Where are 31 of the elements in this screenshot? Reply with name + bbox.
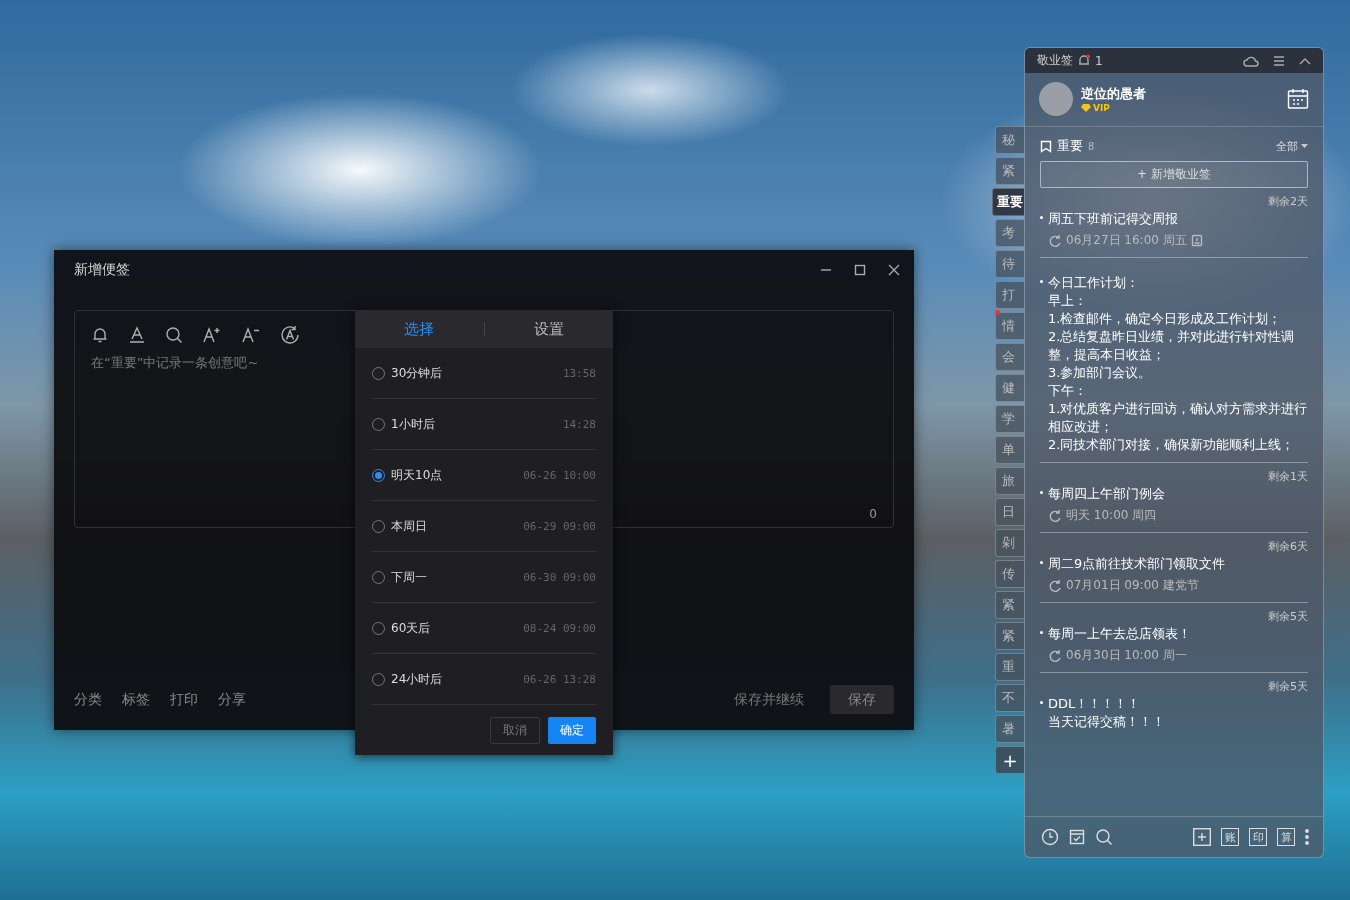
option-label: 1小时后 [391, 415, 436, 433]
category-name: 重要 [1057, 137, 1083, 155]
remaining-days: 剩余6天 [1040, 539, 1308, 555]
option-time: 06-29 09:00 [523, 519, 596, 533]
notification-count: 1 [1095, 53, 1103, 68]
reminder-time: 06月30日 10:00 周一 [1066, 647, 1187, 664]
option-time: 06-30 09:00 [523, 570, 596, 584]
remaining-days: 剩余1天 [1040, 469, 1308, 485]
app-name: 敬业签 [1037, 52, 1073, 69]
window-title: 新增便签 [74, 261, 131, 279]
remaining-days: 剩余5天 [1040, 679, 1308, 695]
option-time: 14:28 [562, 417, 596, 431]
option-label: 24小时后 [391, 670, 444, 688]
remaining-days: 剩余2天 [1040, 194, 1308, 210]
option-label: 30分钟后 [391, 364, 444, 382]
vip-badge: VIP [1081, 103, 1279, 113]
option-time: 08-24 09:00 [523, 621, 596, 635]
option-label: 本周日 [391, 517, 428, 535]
option-label: 下周一 [391, 568, 428, 586]
note-count: 8 [1088, 140, 1096, 152]
reminder-time: 06月27日 16:00 周五 [1066, 232, 1187, 249]
character-count: 0 [869, 507, 877, 521]
option-time: 06-26 10:00 [523, 468, 596, 482]
option-label: 明天10点 [391, 466, 444, 484]
user-name: 逆位的愚者 [1081, 85, 1147, 103]
reminder-time: 07月01日 09:00 建党节 [1066, 577, 1199, 594]
option-label: 60天后 [391, 619, 432, 637]
reminder-time: 明天 10:00 周四 [1066, 507, 1157, 524]
remaining-days: 剩余5天 [1040, 609, 1308, 625]
option-time: 13:58 [562, 366, 596, 380]
option-time: 06-26 13:28 [523, 672, 596, 686]
